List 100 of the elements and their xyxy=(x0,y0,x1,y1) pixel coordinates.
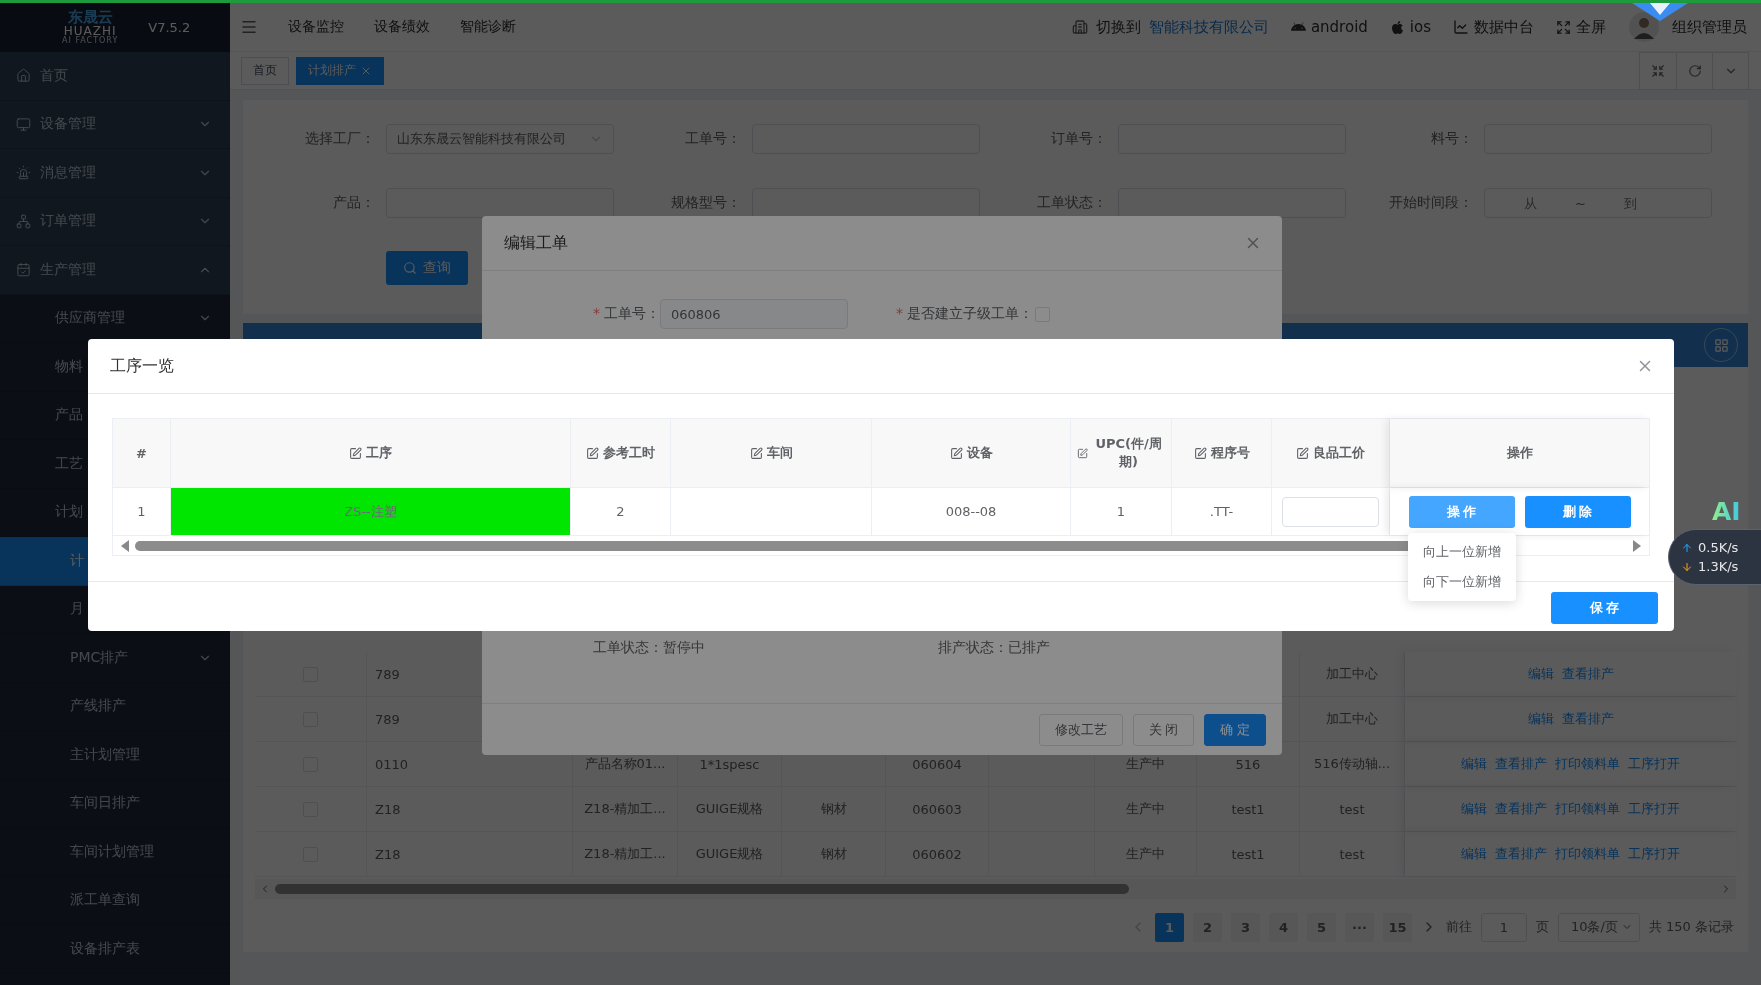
action-link[interactable]: 工序打开 xyxy=(1628,845,1680,863)
delete-button[interactable]: 删 除 xyxy=(1524,495,1631,528)
column-title: 设备 xyxy=(966,444,993,462)
dialog-button[interactable]: 确 定 xyxy=(1204,713,1266,746)
column-title: 参考工时 xyxy=(603,444,655,462)
siren-icon xyxy=(16,165,31,181)
action-menu-button[interactable]: 操 作 xyxy=(1408,495,1515,528)
arrow-up-icon xyxy=(1681,541,1693,554)
header-tool[interactable]: ios xyxy=(1389,18,1431,36)
dialog-button[interactable]: 修改工艺 xyxy=(1038,713,1123,746)
action-link[interactable]: 查看排产 xyxy=(1495,800,1547,818)
download-speed: 1.3K/s xyxy=(1698,559,1739,574)
action-link[interactable]: 打印领料单 xyxy=(1555,845,1620,863)
table-cell: Z18 xyxy=(367,832,573,876)
table-cell: Z18 xyxy=(367,787,573,831)
table-cell: 钢材 xyxy=(782,832,886,876)
nav-link[interactable]: 智能诊断 xyxy=(460,18,516,36)
calendar-icon xyxy=(16,262,31,278)
column-title: 程序号 xyxy=(1210,444,1250,462)
line-chart-icon xyxy=(1453,19,1469,35)
query-button[interactable]: 查询 xyxy=(386,251,468,285)
upload-speed: 0.5K/s xyxy=(1698,540,1739,555)
action-link[interactable]: 编辑 xyxy=(1527,710,1554,728)
action-link[interactable]: 工序打开 xyxy=(1628,755,1680,773)
column-title: 车间 xyxy=(766,444,793,462)
nav-link[interactable]: 设备监控 xyxy=(288,18,344,36)
action-link[interactable]: 编辑 xyxy=(1461,845,1487,863)
dialog-button[interactable]: 关 闭 xyxy=(1132,713,1195,746)
page-button[interactable]: ··· xyxy=(1344,912,1374,942)
avatar[interactable] xyxy=(1628,11,1660,43)
search-icon xyxy=(403,261,417,275)
column-title: 操作 xyxy=(1506,444,1533,462)
arrow-down-icon xyxy=(1681,560,1693,573)
dialog-title: 编辑工单 xyxy=(504,232,568,254)
action-link[interactable]: 查看排产 xyxy=(1495,845,1547,863)
scroll-left-icon[interactable] xyxy=(121,539,129,552)
apple-icon xyxy=(1389,19,1405,35)
field-label: * 工单号： xyxy=(592,305,660,323)
menu-icon[interactable] xyxy=(240,18,258,36)
column-title: 工序 xyxy=(366,444,392,462)
diamond-icon[interactable] xyxy=(1630,3,1690,21)
header-tool[interactable]: android xyxy=(1290,18,1368,36)
action-link[interactable]: 查看排产 xyxy=(1495,755,1547,773)
price-field[interactable] xyxy=(1282,496,1379,527)
action-link[interactable]: 打印领料单 xyxy=(1555,800,1620,818)
action-link[interactable]: 编辑 xyxy=(1461,755,1487,773)
save-button[interactable]: 保 存 xyxy=(1551,591,1658,624)
header-tool[interactable]: 全屏 xyxy=(1556,17,1606,37)
header-tool[interactable]: 数据中台 xyxy=(1453,17,1534,37)
page-tab[interactable]: 首页 xyxy=(241,56,289,85)
status-text: 排产状态：已排产 xyxy=(937,639,1051,657)
status-text: 工单状态：暂停中 xyxy=(593,639,706,657)
page-input[interactable]: 1 xyxy=(1480,912,1527,942)
action-link[interactable]: 查看排产 xyxy=(1561,665,1614,683)
action-link[interactable]: 编辑 xyxy=(1527,665,1554,683)
page-tab[interactable]: 计划排产 xyxy=(296,56,384,85)
menu-item[interactable]: 向下一位新增 xyxy=(1408,567,1516,597)
page-button[interactable]: 1 xyxy=(1154,912,1184,942)
text-field[interactable] xyxy=(752,188,980,218)
action-link[interactable]: 工序打开 xyxy=(1628,800,1680,818)
menu-item[interactable]: 向上一位新增 xyxy=(1408,537,1516,567)
table-cell: 060602 xyxy=(886,832,989,876)
text-field[interactable] xyxy=(1118,188,1346,218)
page-size-select[interactable]: 10条/页 xyxy=(1557,912,1640,942)
field-label: 料号： xyxy=(1430,130,1473,148)
expand-icon xyxy=(1556,19,1571,35)
column-title: # xyxy=(136,445,147,461)
column-title: 良品工价 xyxy=(1313,444,1365,462)
monitor-icon xyxy=(16,116,31,132)
horizontal-scrollbar[interactable] xyxy=(255,879,1736,899)
network-icon xyxy=(16,213,31,229)
table-cell: GUIGE规格 xyxy=(678,832,782,876)
action-link[interactable]: 查看排产 xyxy=(1561,710,1614,728)
table-cell: test xyxy=(1300,787,1405,831)
scroll-right-icon[interactable] xyxy=(1633,539,1641,552)
table-cell: test1 xyxy=(1197,832,1300,876)
field-label: * 是否建立子级工单： xyxy=(895,305,1033,323)
page-unit: 页 xyxy=(1535,918,1549,936)
column-title: UPC(件/周期) xyxy=(1094,435,1163,471)
table-cell: test1 xyxy=(1197,787,1300,831)
action-link[interactable]: 打印领料单 xyxy=(1555,755,1620,773)
table-cell: 钢材 xyxy=(782,787,886,831)
table-cell: test xyxy=(1300,832,1405,876)
nav-link[interactable]: 设备绩效 xyxy=(374,18,430,36)
grid-icon xyxy=(1713,337,1729,353)
company-link[interactable]: 智能科技有限公司 xyxy=(1148,17,1269,37)
order-number-field[interactable]: 060806 xyxy=(660,299,848,329)
table-cell: 060603 xyxy=(886,787,989,831)
switch-label: 切换到 xyxy=(1095,17,1141,37)
user-name[interactable]: 组织管理员 xyxy=(1672,17,1747,37)
home-icon xyxy=(16,68,31,84)
table-cell: 516传动轴... xyxy=(1300,742,1405,786)
action-link[interactable]: 编辑 xyxy=(1461,800,1487,818)
shrink-icon xyxy=(1651,63,1665,78)
text-field[interactable] xyxy=(386,188,614,218)
refresh-icon xyxy=(1687,63,1702,78)
field-label: 规格型号： xyxy=(670,194,741,212)
table-cell: ZS--注塑 xyxy=(171,488,571,535)
table-cell: GUIGE规格 xyxy=(678,787,782,831)
building-icon xyxy=(1071,19,1088,35)
